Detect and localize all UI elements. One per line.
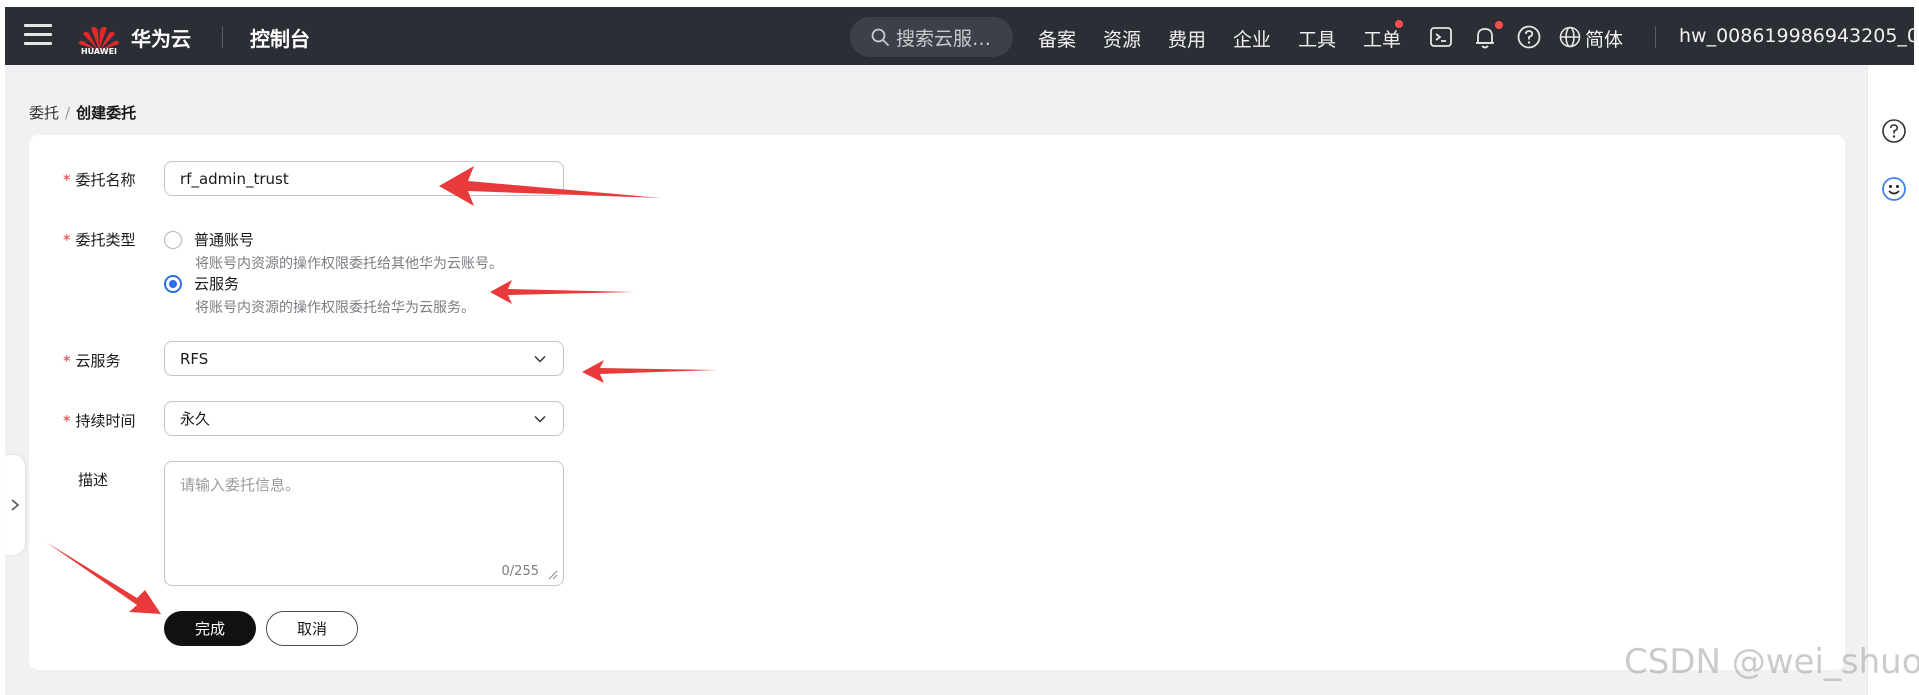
duration-value: 永久 (180, 410, 211, 428)
nav-resources[interactable]: 资源 (1103, 25, 1141, 52)
cloud-service-value: RFS (180, 349, 209, 368)
type-label: * 委托类型 (63, 229, 136, 250)
tickets-badge (1395, 20, 1403, 28)
search-icon (871, 28, 889, 46)
globe-icon[interactable] (1558, 25, 1582, 49)
description-label: 描述 (78, 471, 109, 489)
help-icon[interactable] (1880, 117, 1908, 145)
brand-name[interactable]: 华为云 (131, 23, 191, 52)
description-textarea[interactable]: 请输入委托信息。 0/255 (164, 461, 564, 586)
duration-label: * 持续时间 (63, 410, 136, 431)
required-mark: * (63, 411, 71, 430)
character-counter: 0/255 (501, 564, 539, 579)
divider (1655, 26, 1656, 48)
watermark: CSDN @wei_shuo (1624, 642, 1919, 682)
sidebar-expand-toggle[interactable] (5, 455, 25, 555)
duration-label-text: 持续时间 (75, 412, 136, 430)
chevron-down-icon (534, 355, 546, 363)
breadcrumb-root[interactable]: 委托 (29, 104, 59, 122)
right-toolbar (1867, 65, 1919, 695)
breadcrumb-separator: / (65, 104, 71, 122)
user-account[interactable]: hw_008619986943205_01 (1679, 25, 1919, 47)
nav-billing[interactable]: 费用 (1168, 25, 1206, 52)
radio-normal-account[interactable]: 普通账号 (164, 229, 254, 250)
radio-cloud-service[interactable]: 云服务 (164, 273, 239, 294)
chevron-right-icon (11, 499, 20, 511)
name-label: * 委托名称 (63, 169, 136, 190)
duration-select[interactable]: 永久 (164, 401, 564, 436)
resize-handle-icon[interactable] (548, 570, 558, 580)
name-label-text: 委托名称 (75, 171, 136, 189)
nav-beian[interactable]: 备案 (1038, 25, 1076, 52)
terminal-icon[interactable] (1427, 23, 1455, 51)
search-placeholder: 搜索云服… (896, 27, 992, 50)
divider (222, 26, 223, 48)
radio-description: 将账号内资源的操作权限委托给华为云服务。 (195, 300, 475, 316)
cloud-service-select[interactable]: RFS (164, 341, 564, 376)
cancel-button[interactable]: 取消 (266, 611, 358, 646)
search-box[interactable]: 搜索云服… (850, 17, 1013, 57)
required-mark: * (63, 351, 71, 370)
nav-tools[interactable]: 工具 (1298, 25, 1336, 52)
trust-name-value: rf_admin_trust (180, 169, 289, 188)
logo-text: HUAWEI (80, 47, 118, 56)
console-title[interactable]: 控制台 (250, 23, 310, 52)
description-placeholder: 请输入委托信息。 (180, 476, 301, 494)
service-label-text: 云服务 (75, 352, 121, 370)
nav-tickets[interactable]: 工单 (1363, 25, 1401, 52)
service-label: * 云服务 (63, 350, 121, 371)
help-icon[interactable] (1515, 23, 1543, 51)
radio-label: 云服务 (194, 275, 240, 293)
top-navigation-bar: HUAWEI 华为云 控制台 搜索云服… 备案 资源 费用 企业 工具 工单 简… (5, 7, 1919, 65)
finish-button[interactable]: 完成 (164, 611, 256, 646)
radio-label: 普通账号 (194, 231, 255, 249)
required-mark: * (63, 170, 71, 189)
radio-button[interactable] (164, 230, 182, 249)
breadcrumb: 委托 / 创建委托 (29, 102, 136, 123)
radio-description: 将账号内资源的操作权限委托给其他华为云账号。 (195, 256, 503, 272)
nav-enterprise[interactable]: 企业 (1233, 25, 1271, 52)
notification-badge (1495, 21, 1503, 29)
language-switch[interactable]: 简体 (1585, 25, 1623, 52)
menu-icon[interactable] (24, 24, 52, 48)
breadcrumb-current: 创建委托 (76, 104, 137, 122)
type-label-text: 委托类型 (75, 231, 136, 249)
radio-button-checked[interactable] (164, 274, 182, 293)
required-mark: * (63, 230, 71, 249)
trust-name-input[interactable]: rf_admin_trust (164, 161, 564, 196)
chevron-down-icon (534, 415, 546, 423)
feedback-smiley-icon[interactable] (1880, 175, 1908, 203)
